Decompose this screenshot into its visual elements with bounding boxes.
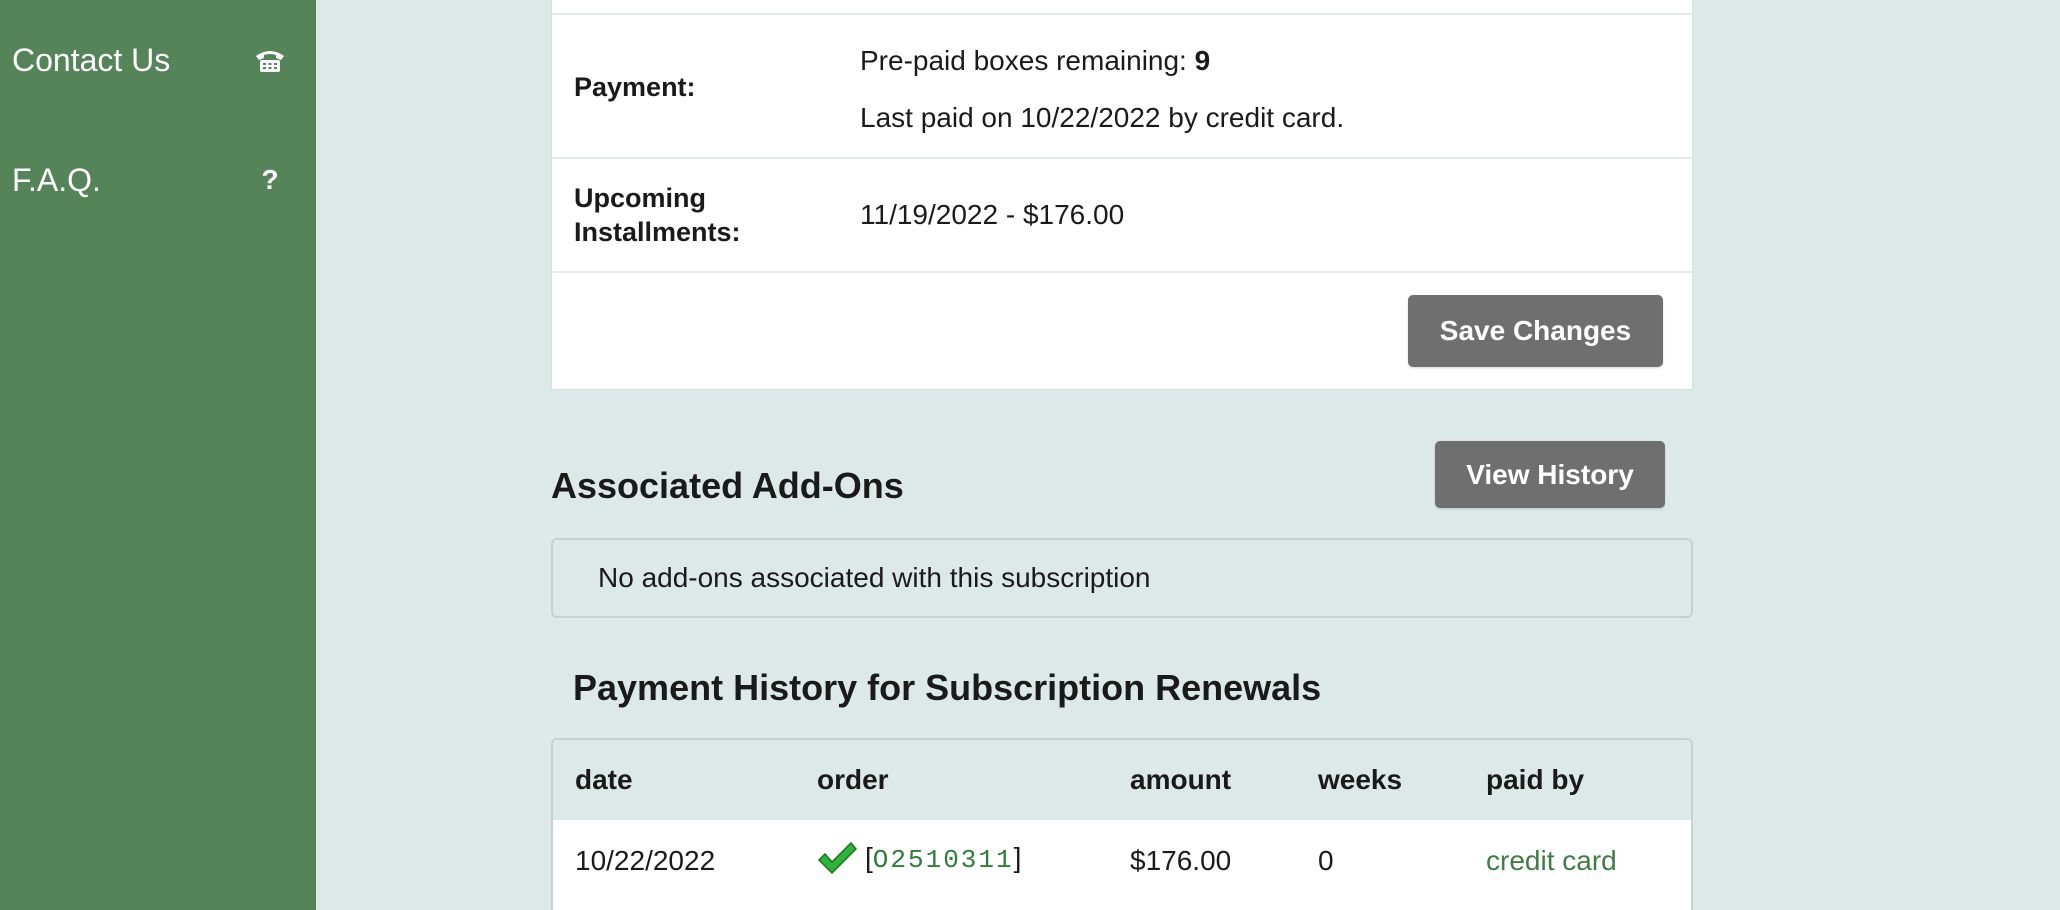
row-weeks: 0 <box>1318 845 1334 876</box>
addons-title: Associated Add-Ons <box>551 465 904 506</box>
divider <box>552 13 1692 15</box>
payment-history-table: date order amount weeks paid by 10/22/20… <box>551 738 1693 910</box>
order-bracket-close: ] <box>1013 842 1022 873</box>
payment-history-title: Payment History for Subscription Renewal… <box>573 667 1322 708</box>
sidebar-item-label: Contact Us <box>12 41 171 78</box>
payment-label: Payment: <box>574 72 696 102</box>
installments-label: Upcoming Installments: <box>574 181 741 249</box>
column-header-paid-by: paid by <box>1486 764 1585 795</box>
sidebar: Contact Us F.A.Q. ? <box>0 0 316 910</box>
prepaid-boxes: Pre-paid boxes remaining: 9 <box>860 44 1210 78</box>
column-header-order: order <box>817 764 889 795</box>
column-header-amount: amount <box>1130 764 1232 795</box>
table-header: date order amount weeks paid by <box>553 740 1691 820</box>
subscription-card: Payment: Pre-paid boxes remaining: 9 Las… <box>551 0 1693 390</box>
column-header-weeks: weeks <box>1318 764 1403 795</box>
telephone-icon <box>250 40 290 80</box>
checkmark-icon <box>817 841 857 875</box>
sidebar-item-contact-us[interactable]: Contact Us <box>0 30 316 90</box>
divider <box>552 271 1692 273</box>
view-history-button[interactable]: View History <box>1435 441 1665 508</box>
row-date: 10/22/2022 <box>575 845 716 876</box>
sidebar-item-faq[interactable]: F.A.Q. ? <box>0 150 316 210</box>
installments-value: 11/19/2022 - $176.00 <box>860 199 1125 230</box>
order-link[interactable]: O2510311 <box>873 845 1014 875</box>
save-changes-button[interactable]: Save Changes <box>1408 295 1663 367</box>
installments-label-line-1: Upcoming <box>574 183 706 213</box>
row-amount: $176.00 <box>1130 845 1232 876</box>
order-cell: [O2510311] <box>865 842 1021 875</box>
question-icon: ? <box>261 164 279 195</box>
addons-empty-notice: No add-ons associated with this subscrip… <box>551 538 1693 618</box>
prepaid-text: Pre-paid boxes remaining: <box>860 45 1195 76</box>
sidebar-item-label: F.A.Q. <box>12 161 101 198</box>
installments-label-line-2: Installments: <box>574 217 741 247</box>
divider <box>552 157 1692 159</box>
order-bracket-open: [ <box>865 842 873 873</box>
addons-empty-text: No add-ons associated with this subscrip… <box>598 562 1151 593</box>
prepaid-count: 9 <box>1194 45 1211 76</box>
last-paid-text: Last paid on 10/22/2022 by credit card. <box>860 102 1345 133</box>
column-header-date: date <box>575 764 633 795</box>
paid-by-link[interactable]: credit card <box>1486 845 1617 877</box>
